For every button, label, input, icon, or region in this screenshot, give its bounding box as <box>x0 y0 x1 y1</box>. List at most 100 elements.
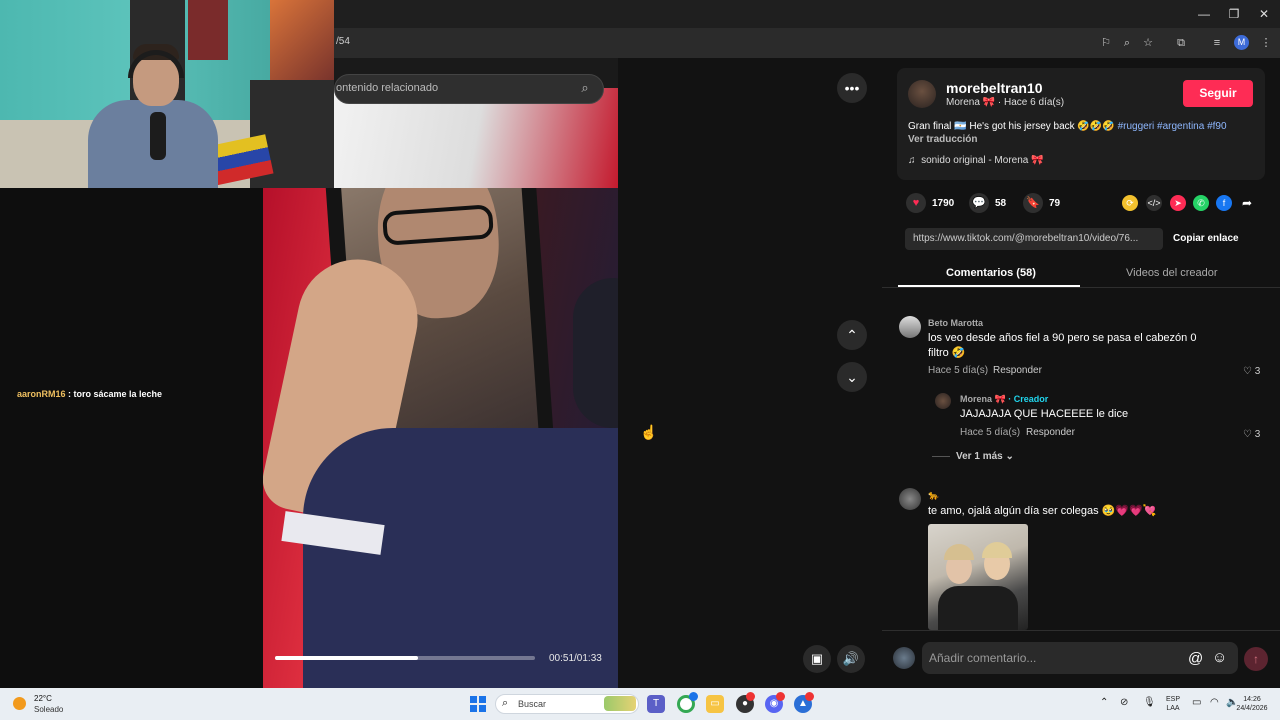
author-subline: Morena 🎀 · Hace 6 día(s) <box>946 97 1064 108</box>
profile-avatar[interactable]: M <box>1234 35 1249 50</box>
mini-player-icon[interactable]: ▣ <box>803 645 831 673</box>
display-icon[interactable]: ▭ <box>1192 697 1201 708</box>
weather-description[interactable]: Soleado <box>34 705 63 714</box>
tabs-divider <box>882 287 1280 288</box>
author-avatar[interactable] <box>908 80 936 108</box>
author-username[interactable]: morebeltran10 <box>946 80 1042 96</box>
whatsapp-icon[interactable]: ✆ <box>1193 195 1209 211</box>
repost-icon[interactable]: ⟳ <box>1122 195 1138 211</box>
follow-button[interactable]: Seguir <box>1183 80 1253 107</box>
media-app-badge <box>746 692 755 701</box>
tray-chevron-icon[interactable]: ⌃ <box>1100 697 1108 708</box>
search-highlight-image <box>604 696 636 711</box>
translate-icon[interactable]: ⚐ <box>1097 34 1115 52</box>
facebook-icon[interactable]: f <box>1216 195 1232 211</box>
comment-input-divider <box>882 630 1280 631</box>
chat-message: aaronRM16 : toro sácame la leche <box>17 389 162 399</box>
video-progress-fill <box>275 656 418 660</box>
chat-username: aaronRM16 <box>17 389 66 399</box>
network-off-icon[interactable]: ⊘ <box>1120 697 1128 708</box>
maximize-button[interactable]: ❐ <box>1226 6 1242 22</box>
microphone-icon[interactable]: 🎙 <box>1143 697 1156 708</box>
teams-icon[interactable]: T <box>647 695 665 713</box>
more-options-icon[interactable]: ••• <box>837 73 867 103</box>
sound-label: sonido original - Morena 🎀 <box>921 155 1044 166</box>
comment-icon[interactable]: 💬 <box>969 193 989 213</box>
heart-outline-icon: ♡ <box>1243 429 1252 440</box>
wifi-icon[interactable]: ◠ <box>1210 697 1219 708</box>
commenter-avatar[interactable] <box>899 316 921 338</box>
volume-icon[interactable]: 🔊 <box>837 645 865 673</box>
search-icon[interactable]: ⌕ <box>576 80 594 98</box>
language-indicator[interactable]: ESP LAA <box>1163 695 1183 713</box>
reply-username[interactable]: Morena 🎀 · Creador <box>960 394 1048 405</box>
comment-username[interactable]: 🐆 <box>928 490 939 501</box>
music-note-icon: ♫ <box>908 155 916 166</box>
video-link-text[interactable]: https://www.tiktok.com/@morebeltran10/vi… <box>913 233 1159 244</box>
close-button[interactable]: ✕ <box>1256 6 1272 22</box>
reply-text: JAJAJAJA QUE HACEEEE le dice <box>960 408 1129 420</box>
extensions-icon[interactable]: ⧉ <box>1172 34 1190 52</box>
comment-text: los veo desde años fiel a 90 pero se pas… <box>928 332 1197 359</box>
file-explorer-icon[interactable]: ▭ <box>706 695 724 713</box>
comment-like[interactable]: ♡ 3 <box>1243 366 1260 377</box>
next-video-icon[interactable]: ⌄ <box>837 362 867 392</box>
discord-badge <box>776 692 785 701</box>
caption-text: Gran final 🇦🇷 He's got his jersey back 🤣… <box>908 121 1118 132</box>
tab-active-indicator <box>898 285 1080 287</box>
comment-photo[interactable] <box>928 524 1028 630</box>
comment-text: te amo, ojalá algún día ser colegas 🥹💗💗💘 <box>928 505 1157 517</box>
sound-link[interactable]: ♫ sonido original - Morena 🎀 <box>908 155 1044 166</box>
language-code: ESP <box>1165 696 1180 703</box>
own-avatar <box>893 647 915 669</box>
post-caption: Gran final 🇦🇷 He's got his jersey back 🤣… <box>908 121 1258 132</box>
send-to-friends-icon[interactable]: ➤ <box>1170 195 1186 211</box>
previous-video-icon[interactable]: ⌃ <box>837 320 867 350</box>
windows-start-icon[interactable] <box>470 696 486 712</box>
reply-like[interactable]: ♡ 3 <box>1243 429 1260 440</box>
comment-username[interactable]: Beto Marotta <box>928 318 983 328</box>
save-count: 79 <box>1049 198 1061 209</box>
zoom-icon[interactable]: ⌕ <box>1118 34 1136 52</box>
like-icon[interactable]: ♥ <box>906 193 926 213</box>
browser-menu-icon[interactable]: ⋮ <box>1257 34 1275 52</box>
weather-temperature[interactable]: 22°C <box>34 694 52 703</box>
like-count: 1790 <box>932 198 955 209</box>
keyboard-layout: LAA <box>1166 705 1180 712</box>
game-app-badge <box>805 692 814 701</box>
related-search-text: ontenido relacionado <box>336 82 439 94</box>
replies-divider <box>932 456 950 457</box>
reply-user-name: Morena 🎀 <box>960 394 1006 404</box>
reply-avatar[interactable] <box>935 393 951 409</box>
reply-button[interactable]: Responder <box>993 365 1042 376</box>
save-icon[interactable]: 🔖 <box>1023 193 1043 213</box>
chrome-badge <box>689 692 698 701</box>
heart-outline-icon: ♡ <box>1243 366 1252 377</box>
creator-badge: · Creador <box>1005 394 1049 404</box>
caption-hashtags[interactable]: #ruggeri #argentina #f90 <box>1118 121 1227 132</box>
embed-icon[interactable]: </> <box>1146 195 1162 211</box>
webcam-overlay <box>0 0 334 188</box>
view-more-replies[interactable]: Ver 1 más ⌄ <box>956 451 1014 462</box>
emoji-icon[interactable]: ☺ <box>1212 649 1227 666</box>
tab-creator-videos[interactable]: Videos del creador <box>1126 267 1218 279</box>
copy-link-button[interactable]: Copiar enlace <box>1173 233 1239 244</box>
author-display-name[interactable]: Morena 🎀 <box>946 97 995 108</box>
bookmark-star-icon[interactable]: ☆ <box>1139 34 1157 52</box>
tab-comments[interactable]: Comentarios (58) <box>946 267 1036 279</box>
reply-button[interactable]: Responder <box>1026 427 1075 438</box>
clock[interactable]: 14:26 24/4/2026 <box>1228 695 1276 713</box>
share-arrow-icon[interactable]: ➦ <box>1239 195 1255 211</box>
url-text[interactable]: /54 <box>336 36 350 47</box>
video-player[interactable] <box>263 188 618 688</box>
clock-time: 14:26 <box>1243 696 1261 703</box>
send-comment-icon[interactable]: ↑ <box>1244 647 1268 671</box>
commenter-avatar[interactable] <box>899 488 921 510</box>
translate-link[interactable]: Ver traducción <box>908 134 977 145</box>
search-icon: ⌕ <box>502 697 509 709</box>
reply-like-count: 3 <box>1254 429 1261 440</box>
minimize-button[interactable]: — <box>1196 6 1212 22</box>
add-comment-placeholder: Añadir comentario... <box>929 651 1037 665</box>
media-control-icon[interactable]: ≡ <box>1208 34 1226 52</box>
mention-icon[interactable]: @ <box>1188 650 1203 667</box>
